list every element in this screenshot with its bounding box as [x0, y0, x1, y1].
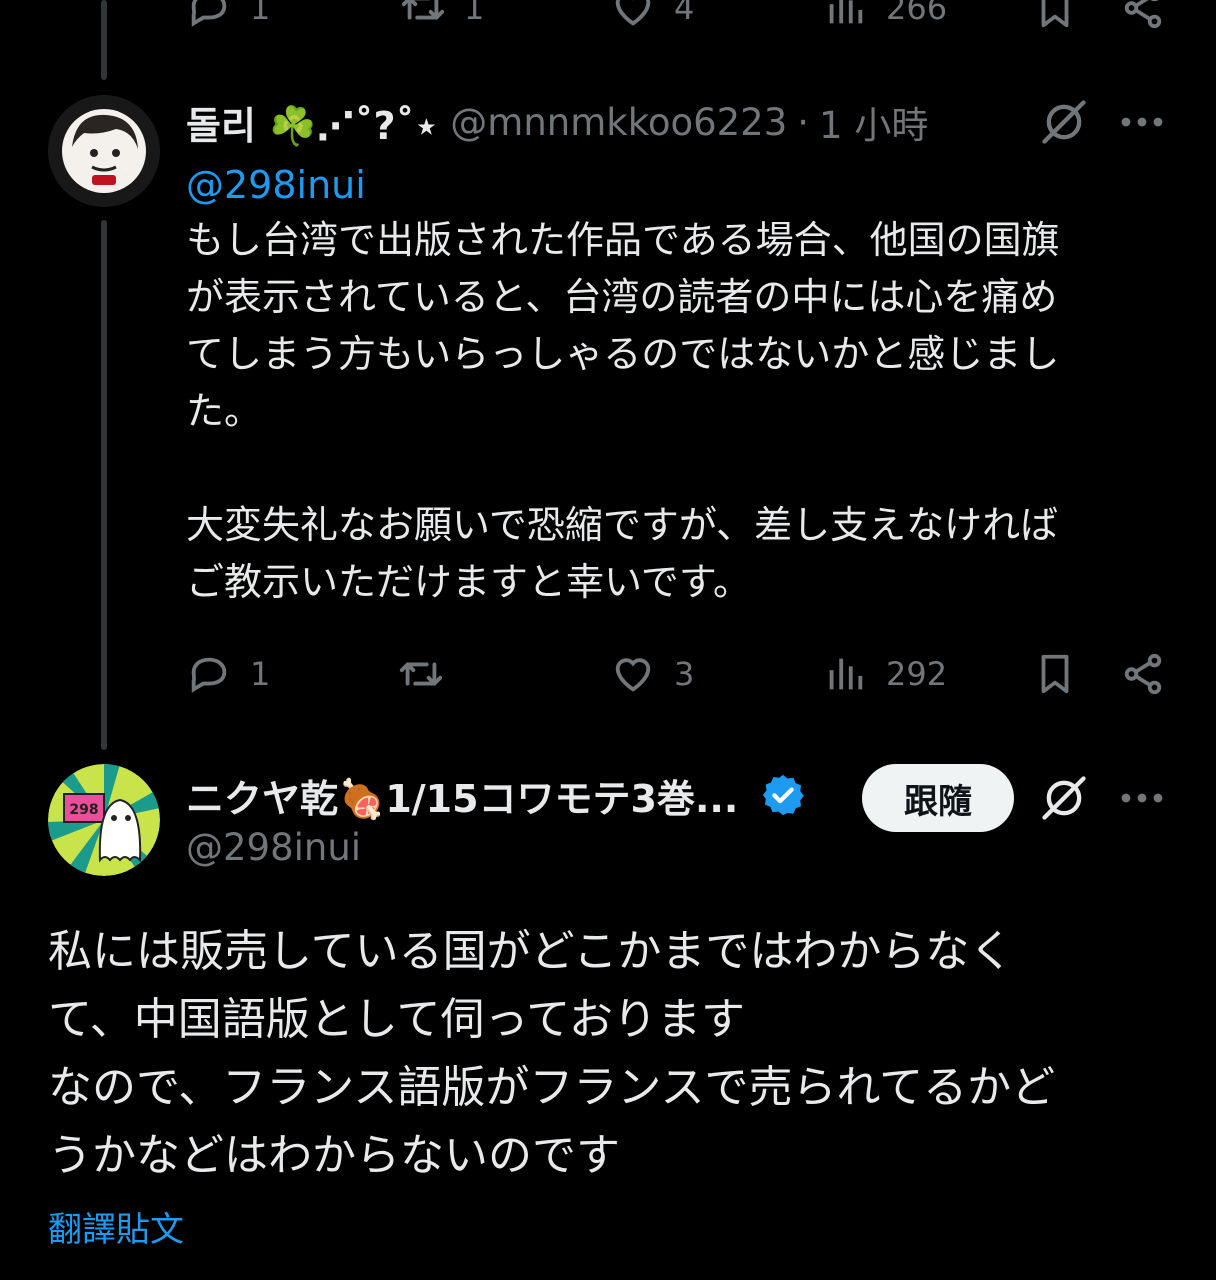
reply-mention[interactable]: @298inui: [186, 157, 366, 214]
reply-count: 1: [250, 0, 271, 27]
reply-views-count: 292: [886, 655, 948, 693]
reply-timestamp[interactable]: 1 小時: [819, 95, 928, 149]
translate-post-link[interactable]: 翻譯貼文: [48, 1202, 184, 1251]
like-button[interactable]: 4: [610, 0, 694, 38]
main-body: 私には販売している国がどこかまではわからなく て、中国語版として伺っております …: [48, 926, 1056, 1181]
views-icon: [829, 0, 863, 24]
reply-avatar-image: [48, 95, 160, 207]
views-icon: [829, 658, 863, 690]
reply-body: もし台湾で出版された作品である場合、他国の国旗 が表示されていると、台湾の読者の…: [186, 218, 1060, 604]
main-avatar[interactable]: 298: [48, 764, 160, 876]
reply-separator: ·: [797, 100, 810, 144]
reply-like-count: 3: [674, 655, 695, 693]
avatar-sign-text: 298: [69, 802, 98, 818]
share-icon: [1124, 653, 1162, 695]
main-grok-button[interactable]: [1038, 772, 1090, 824]
reply-icon: [191, 0, 227, 27]
thread-line-top: [101, 0, 107, 80]
reply-reply-count: 1: [250, 655, 271, 693]
views-count: 266: [886, 0, 948, 27]
grok-button[interactable]: [1038, 96, 1090, 148]
verified-icon: [763, 774, 805, 816]
reply-share-button[interactable]: [1120, 644, 1166, 704]
grok-icon: [1042, 100, 1086, 144]
verified-badge: [760, 772, 806, 818]
bookmark-icon: [1041, 0, 1069, 28]
main-handle[interactable]: @298inui: [186, 826, 361, 869]
main-display-name[interactable]: ニクヤ乾🍖1/15コワモテ3巻...: [186, 768, 738, 823]
tweet-thread: 1 1 4 266 돌리 ☘️⋰˚?˚⋆ @mnnmkkoo6223 · 1 小…: [0, 0, 1216, 1280]
main-avatar-image: 298: [48, 764, 160, 876]
reply-button[interactable]: 1: [186, 0, 270, 38]
retweet-icon: [399, 662, 443, 686]
main-more-button[interactable]: [1118, 778, 1166, 818]
like-icon: [615, 658, 651, 692]
reply-like-button[interactable]: 3: [610, 644, 694, 704]
reply-header: 돌리 ☘️⋰˚?˚⋆ @mnnmkkoo6223 · 1 小時: [186, 95, 928, 149]
follow-button-label: 跟隨: [904, 781, 972, 822]
share-icon: [1124, 0, 1162, 29]
reply-action-bar: 1 3 292: [186, 644, 1166, 704]
bookmark-icon: [1041, 654, 1069, 694]
more-button[interactable]: [1118, 102, 1166, 142]
reply-avatar[interactable]: [48, 95, 160, 207]
like-icon: [615, 0, 651, 26]
more-icon: [1121, 117, 1163, 127]
reply-icon: [191, 657, 227, 693]
reply-retweet-button[interactable]: [398, 644, 444, 704]
retweet-button[interactable]: 1: [400, 0, 484, 38]
grok-icon: [1042, 776, 1086, 820]
retweet-icon: [401, 0, 445, 20]
retweet-count: 1: [464, 0, 485, 27]
more-icon: [1121, 793, 1163, 803]
thread-line-reply: [101, 220, 107, 750]
views-button[interactable]: 266: [822, 0, 947, 38]
reply-bookmark-button[interactable]: [1032, 644, 1078, 704]
reply-views-button[interactable]: 292: [822, 644, 947, 704]
reply-display-name[interactable]: 돌리 ☘️⋰˚?˚⋆: [186, 95, 438, 150]
main-header: ニクヤ乾🍖1/15コワモテ3巻...: [186, 768, 806, 822]
top-tweet-action-bar: 1 1 4 266: [186, 0, 1166, 38]
share-button[interactable]: [1120, 0, 1166, 38]
bookmark-button[interactable]: [1032, 0, 1078, 38]
reply-reply-button[interactable]: 1: [186, 644, 270, 704]
reply-handle[interactable]: @mnnmkkoo6223: [450, 101, 787, 144]
like-count: 4: [674, 0, 695, 27]
follow-button[interactable]: 跟隨: [862, 764, 1014, 832]
